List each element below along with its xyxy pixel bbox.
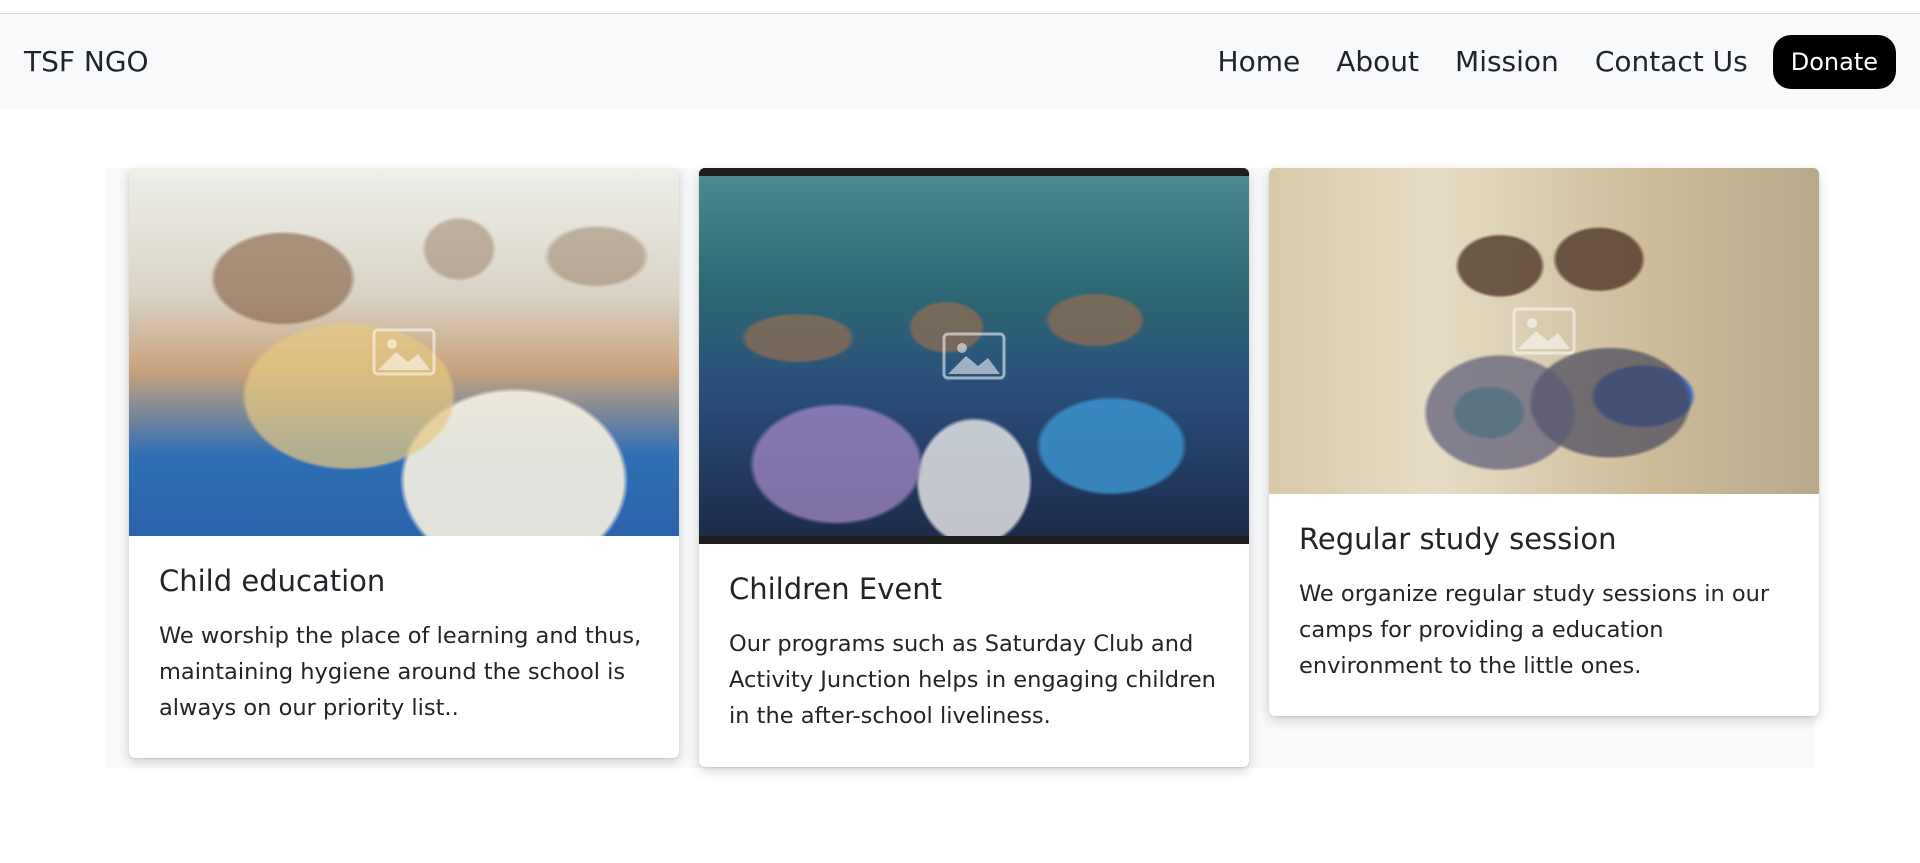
card-text: We worship the place of learning and thu… xyxy=(159,623,642,721)
nav-link-about[interactable]: About xyxy=(1336,45,1419,78)
card-children-event: Children Event Our programs such as Satu… xyxy=(699,168,1249,767)
cards-section: Child education We worship the place of … xyxy=(105,168,1819,768)
card-title: Child education xyxy=(159,564,386,598)
card-title: Regular study session xyxy=(1299,522,1617,556)
card-image-child-education xyxy=(129,168,679,536)
card-image-regular-study-session xyxy=(1269,168,1819,494)
navbar: TSF NGO Home About Mission Contact Us Do… xyxy=(0,14,1920,109)
card-text: Our programs such as Saturday Club and A… xyxy=(729,631,1216,729)
brand-logo[interactable]: TSF NGO xyxy=(24,45,149,78)
card-text: We organize regular study sessions in ou… xyxy=(1299,581,1770,679)
donate-button[interactable]: Donate xyxy=(1772,34,1896,89)
nav-links: Home About Mission Contact Us Donate xyxy=(1182,34,1896,89)
photo-icon xyxy=(372,328,436,376)
card-body: Children Event Our programs such as Satu… xyxy=(699,544,1249,734)
photo-icon xyxy=(942,332,1006,380)
photo-icon xyxy=(1512,307,1576,355)
card-body: Regular study session We organize regula… xyxy=(1269,494,1819,684)
card-title: Children Event xyxy=(729,572,942,606)
card-child-education: Child education We worship the place of … xyxy=(129,168,679,758)
nav-link-home[interactable]: Home xyxy=(1218,45,1301,78)
card-body: Child education We worship the place of … xyxy=(129,536,679,726)
top-border xyxy=(0,0,1920,14)
nav-link-mission[interactable]: Mission xyxy=(1455,45,1559,78)
card-regular-study-session: Regular study session We organize regula… xyxy=(1269,168,1819,716)
nav-link-contact[interactable]: Contact Us xyxy=(1595,45,1748,78)
card-image-children-event xyxy=(699,168,1249,544)
